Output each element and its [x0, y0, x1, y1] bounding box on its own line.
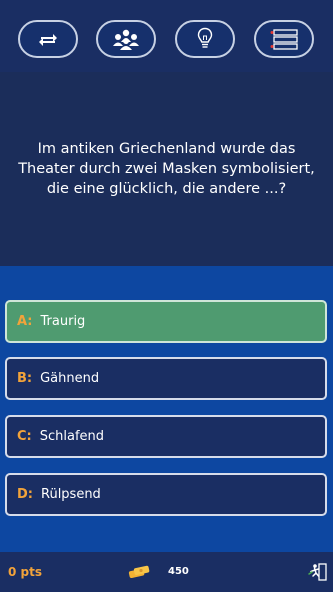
answer-c-button[interactable]: C: Schlafend [5, 415, 327, 458]
ask-audience-button[interactable] [96, 20, 156, 58]
status-bar: 0 pts 450 [0, 552, 333, 592]
lightbulb-icon [197, 27, 213, 48]
question-panel: Im antiken Griechenland wurde das Theate… [0, 72, 333, 266]
answer-text: Schlafend [39, 429, 105, 444]
coins-value: 450 [168, 566, 189, 577]
answer-letter: A: [17, 314, 33, 329]
swap-icon [39, 34, 57, 46]
lifeline-bar [0, 0, 333, 72]
answer-text: Rülpsend [41, 487, 101, 502]
answer-d-button[interactable]: D: Rülpsend [5, 473, 327, 516]
points-label: 0 pts [8, 565, 42, 579]
answer-b-button[interactable]: B: Gähnend [5, 357, 327, 400]
answers-area: A: Traurig B: Gähnend C: Schlafend D: Rü… [0, 266, 333, 552]
answer-letter: B: [17, 371, 33, 386]
exit-icon[interactable] [307, 563, 327, 581]
swap-question-button[interactable] [18, 20, 78, 58]
coins-icon [128, 565, 150, 578]
hint-button[interactable] [175, 20, 235, 58]
audience-icon [113, 29, 139, 50]
answer-a-button[interactable]: A: Traurig [5, 300, 327, 343]
fifty-fifty-icon [270, 29, 298, 50]
answer-text: Traurig [40, 314, 86, 329]
fifty-fifty-button[interactable] [254, 20, 314, 58]
answer-letter: D: [17, 487, 33, 502]
answer-letter: C: [17, 429, 32, 444]
answer-text: Gähnend [40, 371, 100, 386]
question-text: Im antiken Griechenland wurde das Theate… [18, 141, 315, 197]
